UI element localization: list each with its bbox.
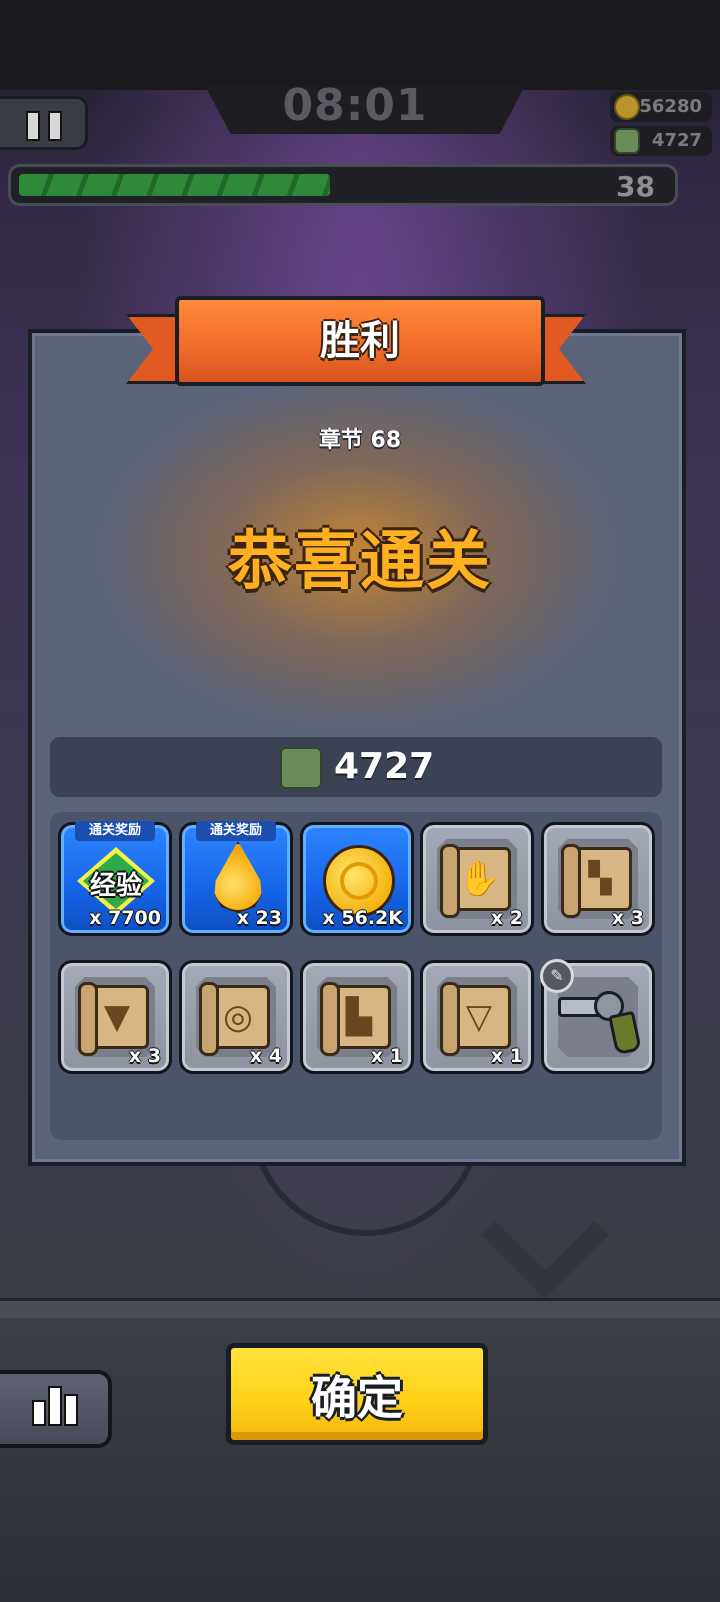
clear-reward-tag: 通关奖励 xyxy=(196,821,276,841)
reward-quantity: x 7700 xyxy=(89,907,161,929)
stats-button[interactable] xyxy=(0,1370,112,1448)
kill-counter: 4727 xyxy=(610,126,712,156)
reward-slot-revolver[interactable]: ✎ xyxy=(540,959,655,1074)
reward-quantity: x 2 xyxy=(490,907,523,929)
pause-icon xyxy=(26,111,40,141)
stage-timer: 08:01 xyxy=(282,80,428,131)
zombie-head-icon xyxy=(280,747,322,789)
pause-button[interactable] xyxy=(0,96,88,150)
reward-slot-armor-blueprint[interactable]: ▼ x 3 xyxy=(58,960,172,1074)
reward-quantity: x 3 xyxy=(611,907,644,929)
reward-slot-coins[interactable]: x 56.2K xyxy=(300,822,414,936)
zombie-head-icon xyxy=(614,128,640,154)
experience-fill xyxy=(19,174,330,196)
gun-blueprint-icon: ▚ xyxy=(561,844,632,918)
necklace-blueprint-icon: ▽ xyxy=(440,982,511,1056)
experience-bar: 38 xyxy=(8,164,678,206)
reward-quantity: x 1 xyxy=(490,1045,523,1067)
reward-quantity: x 4 xyxy=(249,1045,282,1067)
reward-slot-gold-drop[interactable]: 通关奖励 x 23 xyxy=(179,821,293,936)
congrats-message: 恭喜通关 xyxy=(228,525,492,599)
victory-title: 胜利 xyxy=(320,318,400,364)
belt-blueprint-icon: ◎ xyxy=(199,982,270,1056)
kill-summary-count: 4727 xyxy=(334,746,435,787)
armor-blueprint-icon: ▼ xyxy=(78,982,149,1056)
glove-blueprint-icon: ✋ xyxy=(440,844,511,918)
coin-counter: 56280 xyxy=(610,92,712,122)
confirm-button-label: 确定 xyxy=(311,1371,403,1425)
boots-blueprint-icon: ▙ xyxy=(320,982,391,1056)
bar-chart-icon xyxy=(32,1400,46,1426)
reward-quantity: x 56.2K xyxy=(322,907,403,929)
weapon-badge-icon: ✎ xyxy=(540,959,574,993)
reward-quantity: x 1 xyxy=(370,1045,403,1067)
reward-slot-glove-blueprint[interactable]: ✋ x 2 xyxy=(420,822,534,936)
gold-drop-icon xyxy=(214,841,262,913)
reward-slot-gun-blueprint[interactable]: ▚ x 3 xyxy=(541,822,655,936)
player-level: 38 xyxy=(616,170,655,203)
reward-slot-boots-blueprint[interactable]: ▙ x 1 xyxy=(300,960,414,1074)
coin-icon xyxy=(614,94,640,120)
reward-slot-exp[interactable]: 经验 通关奖励 x 7700 xyxy=(58,821,172,936)
reward-slot-belt-blueprint[interactable]: ◎ x 4 xyxy=(179,960,293,1074)
revolver-icon xyxy=(558,989,644,1056)
clear-reward-tag: 通关奖励 xyxy=(75,821,155,841)
reward-slot-necklace-blueprint[interactable]: ▽ x 1 xyxy=(420,960,534,1074)
reward-quantity: x 23 xyxy=(236,907,282,929)
chapter-label: 章节 68 xyxy=(318,428,402,453)
reward-quantity: x 3 xyxy=(128,1045,161,1067)
